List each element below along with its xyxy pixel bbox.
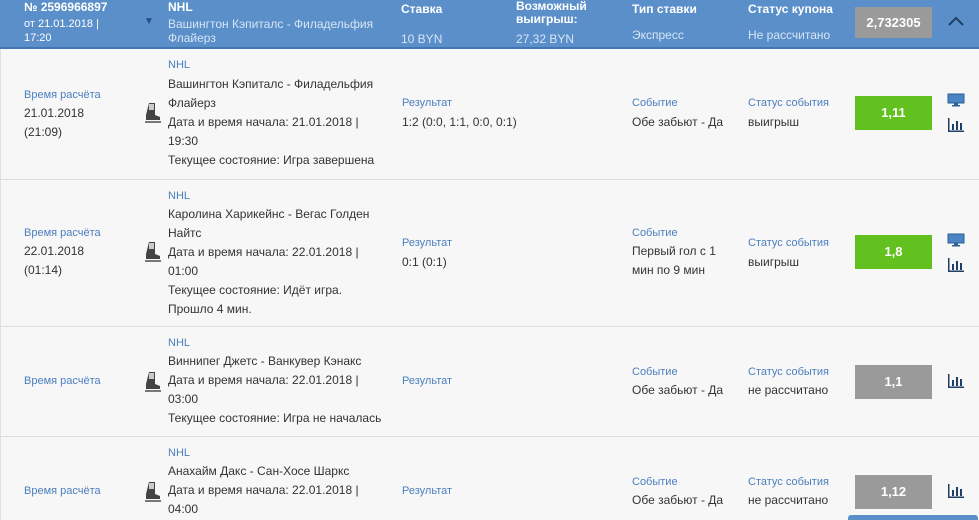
result-value: 1:2 (0:0, 1:1, 0:0, 0:1) [402, 115, 517, 129]
league-label: NHL [168, 59, 191, 71]
calc-time-label: Время расчёта [24, 89, 101, 101]
calc-time: (21:09) [24, 125, 63, 139]
start-time: Дата и время начала: 22.01.2018 | 04:00 [168, 483, 359, 516]
bet-type-value: Экспресс [632, 28, 684, 42]
event-value: Обе забьют - Да [632, 493, 724, 507]
league-label: NHL [168, 447, 191, 459]
calc-time-label: Время расчёта [24, 227, 101, 239]
result-value: 0:1 (0:1) [402, 255, 447, 269]
total-coefficient: 2,732305 [855, 7, 932, 38]
start-time: Дата и время начала: 22.01.2018 | 03:00 [168, 373, 359, 406]
event-coefficient: 1,8 [855, 235, 932, 269]
calc-time: (01:14) [24, 263, 63, 277]
event-status-label: Статус события [748, 366, 829, 378]
winnings-value: 27,32 BYN [516, 32, 575, 46]
event-label: Событие [632, 227, 678, 239]
monitor-icon[interactable] [947, 233, 965, 249]
event-label: Событие [632, 366, 678, 378]
bar-chart-icon[interactable] [947, 483, 965, 499]
coupon-date: от 21.01.2018 | 17:20 [24, 18, 99, 44]
match-name: Вашингтон Кэпиталс - Филадельфия Флайерз [168, 77, 374, 110]
event-label: Событие [632, 476, 678, 488]
caret-down-icon[interactable]: ▼ [144, 16, 154, 27]
event-status-value: выигрыш [748, 115, 800, 129]
calc-time-label: Время расчёта [24, 485, 101, 497]
event-status-value: не рассчитано [748, 493, 829, 507]
result-label: Результат [402, 485, 453, 497]
event-label: Событие [632, 97, 678, 109]
hockey-skate-icon [143, 370, 163, 394]
bet-event-row: Время расчёта 22.01.2018 (01:14) NHL Кар… [0, 180, 979, 327]
league-label: NHL [168, 337, 191, 349]
chevron-up-icon[interactable] [945, 10, 967, 32]
event-value: Первый гол с 1 мин по 9 мин [632, 244, 716, 277]
event-value: Обе забьют - Да [632, 383, 724, 397]
event-status-label: Статус события [748, 97, 829, 109]
bet-event-row: Время расчёта NHL Виннипег Джетс - Ванку… [0, 327, 979, 437]
coupon-status-value: Не рассчитано [748, 28, 831, 42]
event-status-value: не рассчитано [748, 383, 829, 397]
coupon-id: № 2596966897 [24, 0, 108, 14]
event-status-value: выигрыш [748, 255, 800, 269]
event-status-label: Статус события [748, 476, 829, 488]
bar-chart-icon[interactable] [947, 373, 965, 389]
bet-event-row: Время расчёта NHL Анахайм Дакс - Сан-Хос… [0, 437, 979, 520]
bar-chart-icon[interactable] [947, 117, 965, 133]
result-label: Результат [402, 237, 453, 249]
monitor-icon[interactable] [947, 93, 965, 109]
match-name: Каролина Харикейнс - Вегас Голден Найтс [168, 207, 370, 240]
bar-chart-icon[interactable] [947, 257, 965, 273]
current-state: Текущее состояние: Идёт игра. Прошло 4 м… [168, 283, 343, 316]
league-label: NHL [168, 190, 191, 202]
stake-label: Ставка [401, 2, 443, 16]
start-time: Дата и время начала: 21.01.2018 | 19:30 [168, 115, 359, 148]
header-match: Вашингтон Кэпиталс - Филадельфия Флайерз [168, 17, 374, 45]
start-time: Дата и время начала: 22.01.2018 | 01:00 [168, 245, 359, 278]
current-state: Текущее состояние: Игра завершена [168, 153, 375, 167]
bet-type-label: Тип ставки [632, 2, 697, 16]
calc-time-label: Время расчёта [24, 375, 101, 387]
event-value: Обе забьют - Да [632, 115, 724, 129]
coupon-status-label: Статус купона [748, 2, 833, 16]
hockey-skate-icon [143, 240, 163, 264]
coupon-header[interactable]: № 2596966897 от 21.01.2018 | 17:20 ▼ NHL… [0, 0, 979, 49]
event-coefficient: 1,11 [855, 96, 932, 130]
calc-date: 21.01.2018 [24, 106, 85, 120]
bet-event-row: Время расчёта 21.01.2018 (21:09) NHL Ваш… [0, 49, 979, 180]
hockey-skate-icon [143, 101, 163, 125]
event-status-label: Статус события [748, 237, 829, 249]
current-state: Текущее состояние: Игра не началась [168, 411, 382, 425]
partial-button[interactable] [848, 515, 978, 520]
match-name: Виннипег Джетс - Ванкувер Кэнакс [168, 354, 362, 368]
calc-date: 22.01.2018 [24, 244, 85, 258]
header-league: NHL [168, 0, 193, 14]
stake-value: 10 BYN [401, 32, 443, 46]
hockey-skate-icon [143, 480, 163, 504]
event-coefficient: 1,12 [855, 475, 932, 509]
event-coefficient: 1,1 [855, 365, 932, 399]
result-label: Результат [402, 375, 453, 387]
winnings-label: Возможный выигрыш: [516, 0, 587, 26]
result-label: Результат [402, 97, 453, 109]
match-name: Анахайм Дакс - Сан-Хосе Шаркс [168, 464, 350, 478]
